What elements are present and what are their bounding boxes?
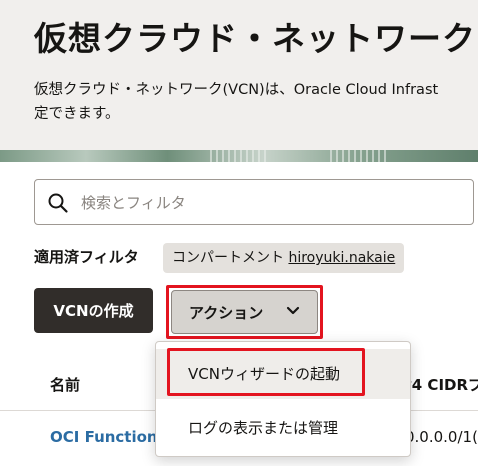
page-description: 仮想クラウド・ネットワーク(VCN)は、Oracle Cloud Infrast… <box>34 78 478 126</box>
banner-pattern <box>330 150 390 162</box>
page-header: 仮想クラウド・ネットワーク 仮想クラウド・ネットワーク(VCN)は、Oracle… <box>0 0 478 160</box>
column-header-ipv4-cidr[interactable]: v4 CIDRブ <box>402 374 478 395</box>
chip-value[interactable]: hiroyuki.nakaie <box>288 250 395 266</box>
chip-key: コンパートメント <box>172 250 289 266</box>
compartment-filter-chip[interactable]: コンパートメント hiroyuki.nakaie <box>163 243 405 273</box>
page-description-line1: 仮想クラウド・ネットワーク(VCN)は、Oracle Cloud Infrast <box>34 82 439 98</box>
page-title: 仮想クラウド・ネットワーク <box>34 19 476 58</box>
column-header-name[interactable]: 名前 <box>50 374 80 395</box>
create-vcn-button[interactable]: VCNの作成 <box>34 288 153 333</box>
page-description-line2: 定できます。 <box>34 106 120 122</box>
vcn-cidr: 0.0.0.0/1( <box>405 428 478 446</box>
search-input[interactable] <box>79 180 463 226</box>
highlight-box-actions <box>166 285 323 339</box>
applied-filters-label: 適用済フィルタ <box>34 248 139 266</box>
highlight-box-wizard <box>167 348 365 396</box>
menu-item-view-manage-logs[interactable]: ログの表示または管理 <box>156 403 410 453</box>
search-box[interactable] <box>34 179 474 226</box>
search-icon <box>48 193 68 213</box>
banner-pattern <box>210 150 270 162</box>
